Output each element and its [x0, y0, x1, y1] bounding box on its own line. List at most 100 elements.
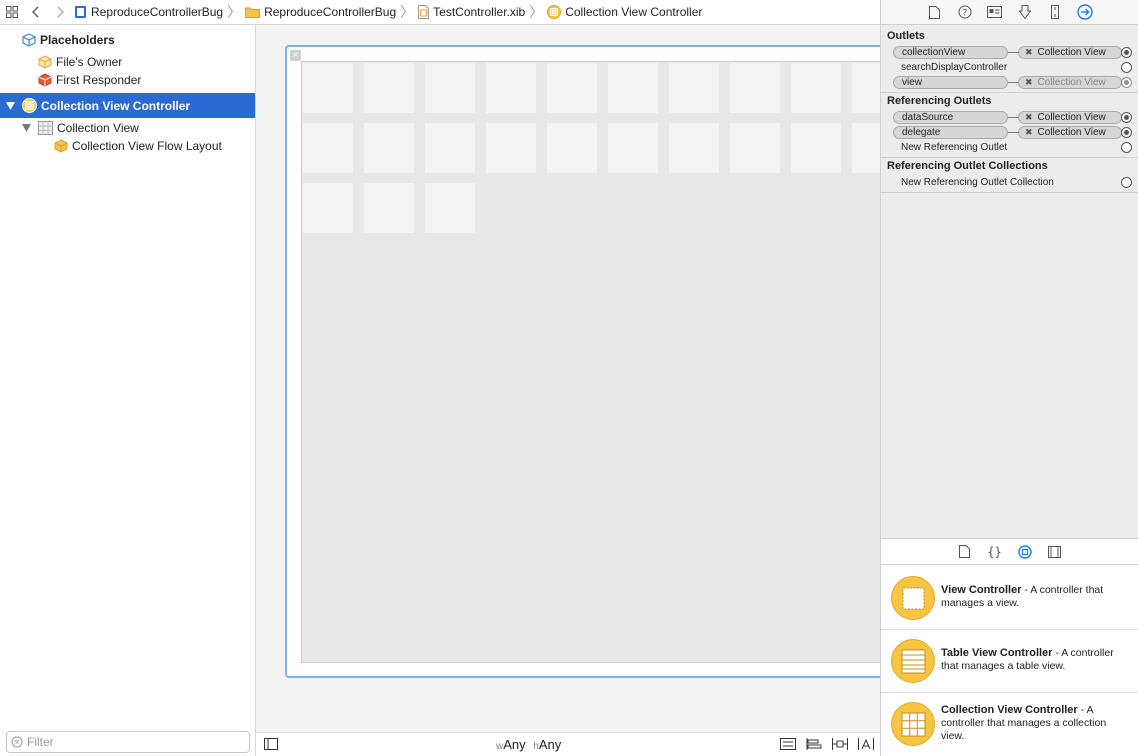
- outlet-collectionview[interactable]: collectionView: [893, 46, 1008, 59]
- forward-chevron-icon[interactable]: [48, 0, 72, 24]
- outlet-destination: Collection View: [1037, 112, 1106, 123]
- resolve-issues-icon[interactable]: [858, 738, 874, 752]
- outlet-searchdisplaycontroller[interactable]: searchDisplayController: [901, 61, 1007, 74]
- media-library-icon[interactable]: [1047, 544, 1063, 560]
- view-controller-icon: [891, 576, 935, 620]
- new-referencing-outlet-collection[interactable]: New Referencing Outlet Collection: [901, 176, 1054, 189]
- collection-view-cell[interactable]: [730, 123, 780, 173]
- library-item-collection-view-controller[interactable]: Collection View Controller - A controlle…: [881, 693, 1138, 756]
- collection-view-cell[interactable]: [303, 183, 353, 233]
- ref-outlet-datasource[interactable]: dataSource: [893, 111, 1008, 124]
- scene-close-icon[interactable]: ×: [290, 50, 301, 61]
- disclosure-triangle-icon[interactable]: [5, 100, 18, 112]
- new-referencing-outlet[interactable]: New Referencing Outlet: [901, 141, 1007, 154]
- outlet-connected-circle[interactable]: [1121, 127, 1132, 138]
- library-item-title: Table View Controller: [941, 647, 1053, 659]
- outline-placeholders-label: Placeholders: [40, 33, 115, 47]
- pin-icon[interactable]: [832, 738, 848, 752]
- width-class: Any: [503, 737, 526, 752]
- connection-line: [1008, 132, 1018, 133]
- library-item-table-view-controller[interactable]: Table View Controller - A controller tha…: [881, 630, 1138, 693]
- outlet-empty-circle[interactable]: [1121, 62, 1132, 73]
- outline-files-owner[interactable]: File's Owner: [38, 53, 122, 71]
- outline-collection-view-controller[interactable]: Collection View Controller: [0, 93, 255, 118]
- collection-view-cell[interactable]: [425, 183, 475, 233]
- outline-collection-view-label: Collection View: [57, 121, 139, 135]
- toggle-outline-icon[interactable]: [264, 738, 280, 752]
- library-item-view-controller[interactable]: View Controller - A controller that mana…: [881, 567, 1138, 630]
- related-items-icon[interactable]: [0, 0, 24, 24]
- connection-line: [1008, 52, 1018, 53]
- ref-outlet-datasource-destination[interactable]: ✖ Collection View: [1018, 111, 1122, 124]
- outlet-empty-circle[interactable]: [1121, 142, 1132, 153]
- outlet-connected-circle[interactable]: [1121, 47, 1132, 58]
- interface-builder-canvas[interactable]: ×: [256, 25, 902, 732]
- object-library: {} View Controller - A controller that m…: [880, 538, 1138, 756]
- file-inspector-icon[interactable]: [927, 4, 943, 20]
- collection-view-controller-scene[interactable]: ×: [285, 45, 902, 678]
- collection-view-cell[interactable]: [608, 123, 658, 173]
- align-icon[interactable]: [806, 738, 822, 752]
- collection-view[interactable]: [301, 61, 902, 663]
- code-snippet-library-icon[interactable]: {}: [987, 544, 1003, 560]
- outlet-view-destination[interactable]: ✖ Collection View: [1018, 76, 1122, 89]
- collection-view-cell[interactable]: [364, 63, 414, 113]
- ref-outlet-delegate-destination[interactable]: ✖ Collection View: [1018, 126, 1122, 139]
- filter-field[interactable]: Filter: [6, 731, 250, 753]
- quick-help-icon[interactable]: ?: [957, 4, 973, 20]
- disconnect-icon[interactable]: ✖: [1025, 47, 1033, 57]
- object-library-icon[interactable]: [1017, 544, 1033, 560]
- outline-files-owner-label: File's Owner: [56, 55, 123, 69]
- collection-view-cell[interactable]: [486, 63, 536, 113]
- size-inspector-icon[interactable]: [1047, 4, 1063, 20]
- outlet-destination: Collection View: [1037, 77, 1106, 88]
- disclosure-triangle-icon[interactable]: [21, 122, 34, 134]
- collection-view-cell[interactable]: [425, 63, 475, 113]
- collection-view-cell[interactable]: [608, 63, 658, 113]
- collection-view-cell[interactable]: [669, 63, 719, 113]
- breadcrumb-file[interactable]: TestController.xib: [416, 0, 527, 24]
- collection-view-controller-icon: [547, 5, 562, 19]
- outline-first-responder[interactable]: First Responder: [38, 71, 141, 89]
- file-template-library-icon[interactable]: [957, 544, 973, 560]
- embed-stack-icon[interactable]: [780, 738, 796, 752]
- collection-view-cell[interactable]: [303, 63, 353, 113]
- collection-view-cell[interactable]: [486, 123, 536, 173]
- outline-placeholders[interactable]: Placeholders: [22, 31, 115, 49]
- placeholder-cube-icon: [22, 33, 36, 47]
- outline-collection-view[interactable]: Collection View: [21, 119, 139, 137]
- disconnect-icon[interactable]: ✖: [1025, 77, 1033, 87]
- collection-view-cell[interactable]: [669, 123, 719, 173]
- collection-view-cell[interactable]: [425, 123, 475, 173]
- collection-view-cell[interactable]: [791, 123, 841, 173]
- collection-view-cell[interactable]: [547, 123, 597, 173]
- xcode-window: ReproduceControllerBug 〉 ReproduceContro…: [0, 0, 1138, 756]
- breadcrumb-object[interactable]: Collection View Controller: [545, 0, 704, 24]
- collection-view-cell[interactable]: [364, 183, 414, 233]
- disconnect-icon[interactable]: ✖: [1025, 127, 1033, 137]
- referencing-outlets-heading: Referencing Outlets: [887, 95, 992, 107]
- collection-view-cell[interactable]: [364, 123, 414, 173]
- collection-view-cell[interactable]: [791, 63, 841, 113]
- back-chevron-icon[interactable]: [24, 0, 48, 24]
- library-item-text: Collection View Controller - A controlle…: [941, 704, 1127, 743]
- outline-flow-layout[interactable]: Collection View Flow Layout: [54, 137, 222, 155]
- collection-view-cell[interactable]: [303, 123, 353, 173]
- outlet-view[interactable]: view: [893, 76, 1008, 89]
- breadcrumb-group[interactable]: ReproduceControllerBug: [243, 0, 398, 24]
- breadcrumb-file-label: TestController.xib: [433, 5, 526, 19]
- ref-outlet-delegate[interactable]: delegate: [893, 126, 1008, 139]
- collection-view-cell[interactable]: [547, 63, 597, 113]
- identity-inspector-icon[interactable]: [987, 4, 1003, 20]
- outlet-collectionview-destination[interactable]: ✖ Collection View: [1018, 46, 1122, 59]
- collection-view-cell[interactable]: [730, 63, 780, 113]
- connections-inspector-icon[interactable]: [1076, 4, 1093, 20]
- outlet-connected-circle[interactable]: [1121, 77, 1132, 88]
- breadcrumb-project[interactable]: ReproduceControllerBug: [72, 0, 225, 24]
- size-class-control[interactable]: wAny hAny: [496, 737, 561, 752]
- files-owner-cube-icon: [38, 55, 52, 69]
- disconnect-icon[interactable]: ✖: [1025, 112, 1033, 122]
- attributes-inspector-icon[interactable]: [1017, 4, 1033, 20]
- outlet-connected-circle[interactable]: [1121, 112, 1132, 123]
- outlet-empty-circle[interactable]: [1121, 177, 1132, 188]
